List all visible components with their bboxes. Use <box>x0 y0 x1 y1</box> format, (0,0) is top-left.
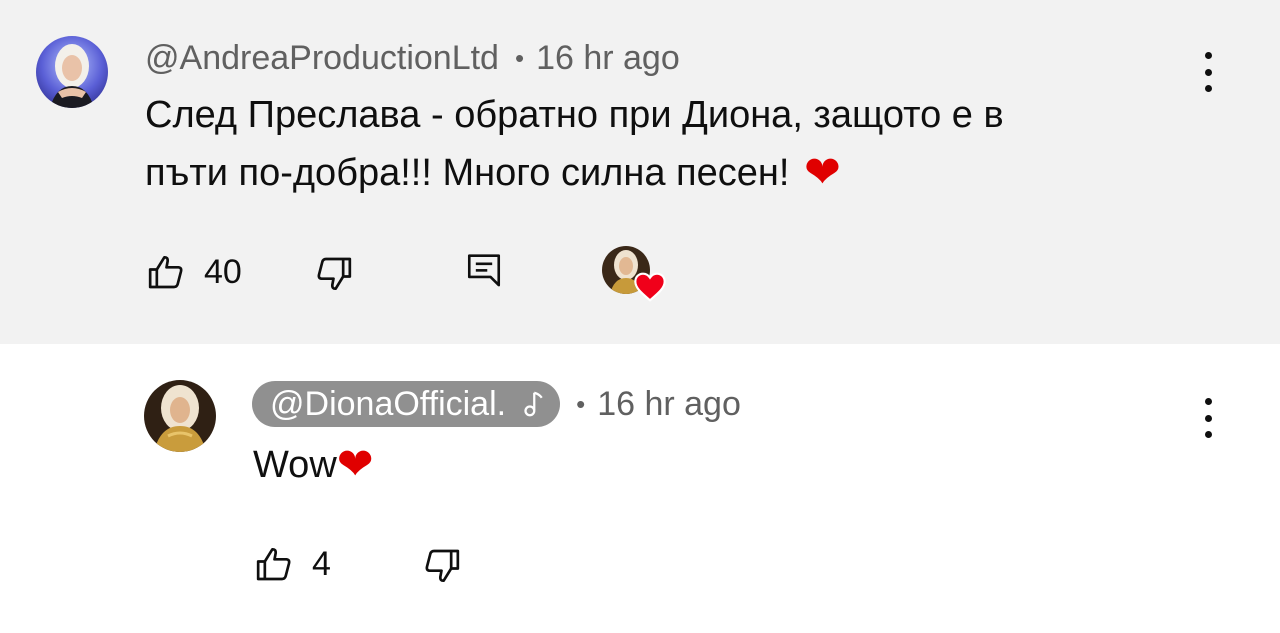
comment-header: @AndreaProductionLtd • 16 hr ago <box>145 38 680 78</box>
heart-icon <box>634 272 666 302</box>
comment-time[interactable]: 16 hr ago <box>597 385 741 424</box>
dislike-button[interactable] <box>422 546 462 586</box>
author-chip[interactable]: @DionaOfficial. <box>252 381 561 427</box>
comment-text-line-1: След Преслава - обратно при Диона, защот… <box>145 94 1004 136</box>
heart-emoji: ❤ <box>803 147 841 198</box>
commenter-avatar[interactable] <box>144 380 216 452</box>
comment-text-line-2: пъти по-добра!!! Много силна песен! <box>145 152 800 194</box>
reply-comment: @DionaOfficial. • 16 hr ago Wow ❤ 4 <box>0 344 1280 633</box>
more-vert-icon[interactable] <box>1196 398 1220 438</box>
comment-text: След Преслава - обратно при Диона, защот… <box>145 86 1165 202</box>
heart-emoji: ❤ <box>336 439 374 490</box>
separator-dot: • <box>514 42 525 73</box>
music-note-icon <box>524 391 543 417</box>
thumb-down-icon <box>425 549 460 583</box>
highlighted-comment: @AndreaProductionLtd • 16 hr ago След Пр… <box>0 0 1280 344</box>
separator-dot: • <box>576 388 586 419</box>
author-name: @DionaOfficial. <box>270 384 507 423</box>
like-count: 40 <box>204 252 242 291</box>
thumb-up-icon <box>148 255 183 289</box>
more-vert-icon[interactable] <box>1196 52 1220 92</box>
author-name[interactable]: @AndreaProductionLtd <box>145 39 499 78</box>
thumb-up-icon <box>256 547 291 581</box>
like-button[interactable]: 4 <box>254 544 331 584</box>
reply-button[interactable] <box>466 252 502 292</box>
creator-heart-badge[interactable] <box>602 246 666 302</box>
comment-time[interactable]: 16 hr ago <box>536 39 680 78</box>
reply-icon <box>467 254 501 287</box>
comment-header: @DionaOfficial. • 16 hr ago <box>252 380 741 428</box>
comment-text-body: Wow <box>253 444 337 486</box>
thumb-down-icon <box>317 257 352 291</box>
comment-text: Wow ❤ <box>253 436 374 494</box>
comment-text-line-2-row: пъти по-добра!!! Много силна песен! ❤ <box>145 144 1165 202</box>
like-button[interactable]: 40 <box>146 252 242 292</box>
commenter-avatar[interactable] <box>36 36 108 108</box>
like-count: 4 <box>312 544 331 583</box>
dislike-button[interactable] <box>314 254 354 294</box>
